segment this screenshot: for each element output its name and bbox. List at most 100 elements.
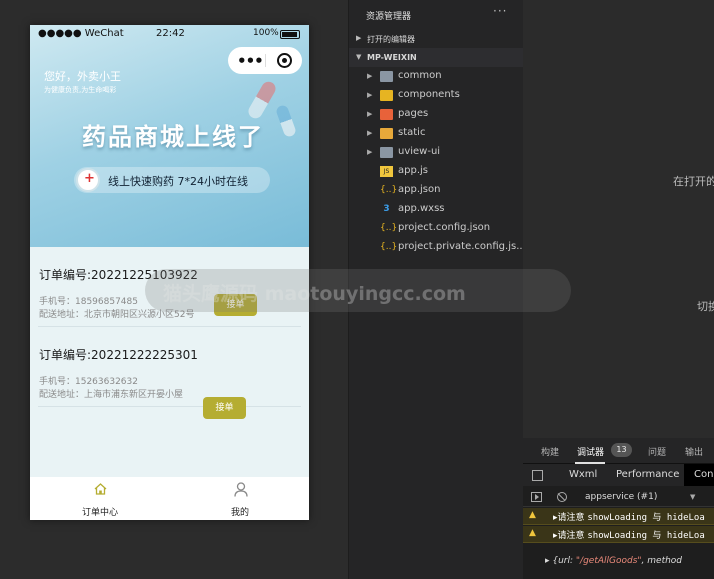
tab-problems[interactable]: 问题 bbox=[648, 445, 666, 458]
tree-item-uview-ui[interactable]: ▶ uview-ui bbox=[349, 143, 523, 162]
open-editors-section[interactable]: ▶ 打开的编辑器 bbox=[349, 29, 523, 48]
js-file-icon: JS bbox=[380, 166, 393, 177]
folder-icon bbox=[380, 147, 393, 158]
more-icon[interactable]: ••• bbox=[237, 52, 264, 70]
chevron-right-icon: ▶ bbox=[367, 110, 373, 118]
tree-item-project-config[interactable]: {..} project.config.json bbox=[349, 219, 523, 238]
tree-item-label: pages bbox=[398, 108, 429, 119]
tree-item-components[interactable]: ▶ components bbox=[349, 86, 523, 105]
tab-output[interactable]: 输出 bbox=[685, 445, 703, 458]
battery-percent: 100% bbox=[253, 28, 279, 38]
watermark-text: 猫头鹰源码 maotouyingcc.com bbox=[163, 283, 466, 305]
more-actions-icon[interactable]: ··· bbox=[493, 4, 507, 18]
explorer-title: 资源管理器 bbox=[366, 12, 412, 22]
status-bar: ●●●●● WeChat 22:42 100% bbox=[30, 25, 309, 43]
order-phone: 手机号：18596857485 bbox=[39, 297, 138, 307]
order-number: 订单编号:20221222225301 bbox=[39, 348, 198, 362]
pill-capsule-decoration bbox=[245, 79, 279, 121]
inspect-element-icon[interactable] bbox=[532, 470, 543, 481]
tab-label: 我的 bbox=[230, 508, 249, 518]
chevron-right-icon: ▶ bbox=[367, 148, 373, 156]
folder-icon bbox=[380, 71, 393, 82]
section-label: MP-WEIXIN bbox=[367, 53, 417, 62]
pages-folder-icon bbox=[380, 109, 393, 120]
console-log-entry[interactable]: ▸ {url: "/getAllGoods", method bbox=[545, 556, 682, 566]
warning-icon: ▲ bbox=[529, 510, 536, 520]
tab-mine[interactable]: 我的 bbox=[170, 477, 309, 520]
tree-item-label: app.json bbox=[398, 184, 441, 195]
promo-banner: ●●●●● WeChat 22:42 100% ••• 您好，外卖小王 为健康负… bbox=[30, 25, 309, 247]
chevron-down-icon: ▼ bbox=[356, 53, 362, 61]
order-address: 配送地址：上海市浦东新区开晏小屋 bbox=[39, 390, 184, 400]
accept-order-button[interactable]: 接单 bbox=[203, 397, 246, 419]
signal-indicator: ●●●●● WeChat bbox=[38, 28, 124, 39]
console-warning[interactable]: ▲ ▸请注意 showLoading 与 hideLoa bbox=[523, 526, 714, 543]
wxss-file-icon: 3 bbox=[383, 204, 390, 214]
tree-item-app-json[interactable]: {..} app.json bbox=[349, 181, 523, 200]
tab-bar: 订单中心 我的 bbox=[30, 477, 309, 520]
chevron-right-icon: ▶ bbox=[356, 34, 362, 42]
editor-hint: 在打开的 bbox=[673, 175, 714, 188]
order-item: 订单编号:20221222225301 手机号：15263632632 配送地址… bbox=[38, 327, 301, 419]
warning-icon: ▲ bbox=[529, 528, 536, 538]
banner-pill-text: 线上快速购药 7*24小时在线 bbox=[108, 175, 248, 188]
close-miniprogram-icon[interactable] bbox=[277, 53, 292, 68]
chevron-down-icon[interactable]: ▼ bbox=[690, 493, 695, 501]
battery-icon bbox=[280, 30, 300, 39]
clear-console-icon[interactable] bbox=[557, 492, 567, 502]
tree-item-pages[interactable]: ▶ pages bbox=[349, 105, 523, 124]
tab-console[interactable]: Con bbox=[694, 469, 713, 480]
watermark: 猫头鹰源码 maotouyingcc.com bbox=[145, 269, 571, 312]
sidebar-toggle-icon[interactable] bbox=[531, 492, 542, 502]
tree-item-common[interactable]: ▶ common bbox=[349, 67, 523, 86]
static-folder-icon bbox=[380, 128, 393, 139]
tree-item-label: project.private.config.js... bbox=[398, 241, 526, 252]
debug-console: 构建 调试器 13 问题 输出 Wxml Performance Con app… bbox=[523, 438, 714, 579]
warning-text: ▸请注意 showLoading 与 hideLoa bbox=[553, 513, 705, 523]
tab-performance[interactable]: Performance bbox=[616, 469, 679, 480]
section-label: 打开的编辑器 bbox=[367, 35, 415, 44]
devtools-tabs: Wxml Performance Con bbox=[523, 464, 714, 486]
user-icon bbox=[234, 482, 248, 497]
json-file-icon: {..} bbox=[380, 185, 398, 195]
tree-item-app-wxss[interactable]: 3 app.wxss bbox=[349, 200, 523, 219]
greeting-text: 您好，外卖小王 bbox=[44, 70, 121, 83]
miniprogram-capsule: ••• bbox=[228, 47, 302, 74]
console-toolbar: appservice (#1) ▼ bbox=[523, 487, 714, 507]
doctor-avatar-icon bbox=[76, 168, 100, 192]
tree-item-app-js[interactable]: JS app.js bbox=[349, 162, 523, 181]
order-phone: 手机号：15263632632 bbox=[39, 377, 138, 387]
capsule-divider bbox=[265, 54, 266, 67]
pill-capsule-decoration bbox=[274, 103, 298, 139]
tab-debugger[interactable]: 调试器 bbox=[577, 445, 604, 458]
components-folder-icon bbox=[380, 90, 393, 101]
json-file-icon: {..} bbox=[380, 223, 398, 233]
warning-text: ▸请注意 showLoading 与 hideLoa bbox=[553, 531, 705, 541]
tab-order-center[interactable]: 订单中心 bbox=[30, 477, 170, 520]
banner-headline: 药品商城上线了 bbox=[82, 123, 264, 151]
tab-build[interactable]: 构建 bbox=[541, 445, 559, 458]
chevron-right-icon: ▶ bbox=[367, 91, 373, 99]
tab-label: 订单中心 bbox=[81, 508, 118, 518]
home-icon bbox=[94, 483, 107, 495]
project-section[interactable]: ▼ MP-WEIXIN bbox=[349, 48, 523, 67]
greeting-subtitle: 为健康负责,为生命喝彩 bbox=[44, 86, 117, 94]
console-warning[interactable]: ▲ ▸请注意 showLoading 与 hideLoa bbox=[523, 508, 714, 525]
banner-pill: 线上快速购药 7*24小时在线 bbox=[74, 167, 270, 193]
tree-item-label: uview-ui bbox=[398, 146, 441, 157]
error-count-badge: 13 bbox=[611, 443, 632, 457]
clock: 22:42 bbox=[156, 28, 185, 39]
tree-item-project-private-config[interactable]: {..} project.private.config.js... bbox=[349, 238, 526, 257]
chevron-right-icon: ▶ bbox=[367, 72, 373, 80]
context-select[interactable]: appservice (#1) bbox=[585, 492, 657, 502]
json-file-icon: {..} bbox=[380, 242, 398, 252]
tab-wxml[interactable]: Wxml bbox=[569, 469, 597, 480]
tree-item-label: app.js bbox=[398, 165, 428, 176]
chevron-right-icon: ▶ bbox=[367, 129, 373, 137]
tree-item-label: app.wxss bbox=[398, 203, 445, 214]
editor-hint: 切换 bbox=[697, 300, 714, 313]
tree-item-static[interactable]: ▶ static bbox=[349, 124, 523, 143]
tree-item-label: components bbox=[398, 89, 460, 100]
tree-item-label: static bbox=[398, 127, 426, 138]
console-tabs: 构建 调试器 13 问题 输出 bbox=[523, 438, 714, 464]
